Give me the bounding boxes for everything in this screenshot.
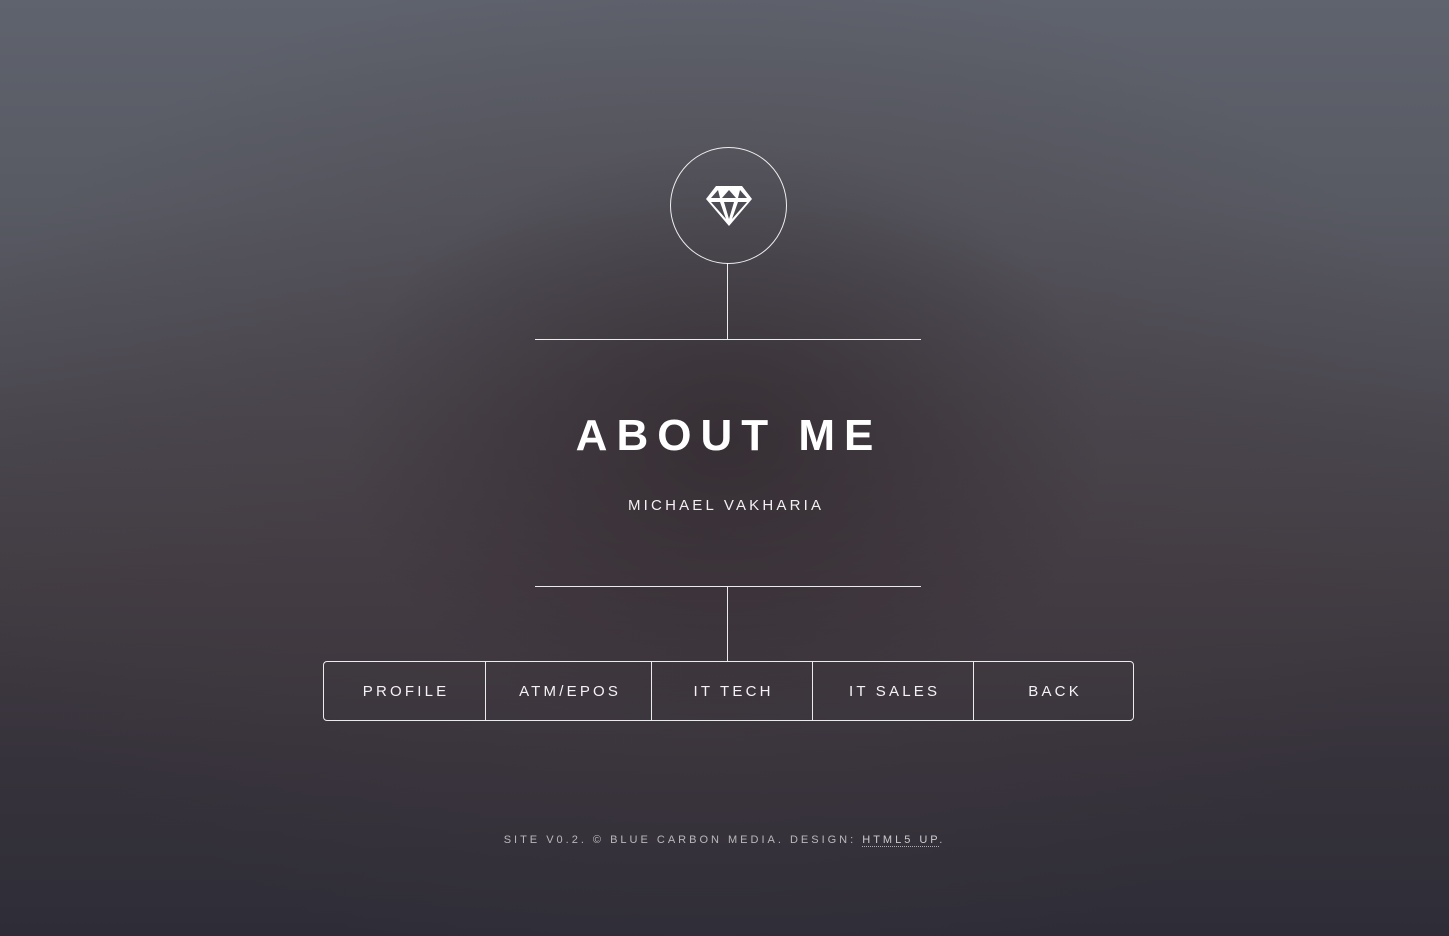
page-title: ABOUT ME	[575, 411, 883, 460]
page: ABOUT ME MICHAEL VAKHARIA PROFILE ATM/EP…	[0, 0, 1449, 936]
divider-bottom	[535, 586, 921, 587]
logo-circle	[670, 147, 787, 264]
page-subtitle: MICHAEL VAKHARIA	[627, 497, 825, 514]
nav-item-profile[interactable]: PROFILE	[324, 662, 485, 720]
nav-item-it-sales[interactable]: IT SALES	[812, 662, 973, 720]
divider-top	[535, 339, 921, 340]
diamond-icon	[705, 185, 752, 226]
nav-item-it-tech[interactable]: IT TECH	[651, 662, 812, 720]
connector-line-top	[727, 263, 728, 339]
footer-link-html5up[interactable]: HTML5 UP	[862, 834, 940, 847]
connector-line-bottom	[727, 587, 728, 661]
footer: SITE V0.2. © BLUE CARBON MEDIA. DESIGN: …	[0, 832, 1449, 848]
nav-item-back[interactable]: BACK	[973, 662, 1133, 720]
nav-item-atm-epos[interactable]: ATM/EPOS	[485, 662, 651, 720]
footer-text: SITE V0.2. © BLUE CARBON MEDIA. DESIGN:	[503, 834, 863, 846]
main-nav: PROFILE ATM/EPOS IT TECH IT SALES BACK	[323, 661, 1134, 721]
footer-suffix: .	[939, 834, 946, 846]
